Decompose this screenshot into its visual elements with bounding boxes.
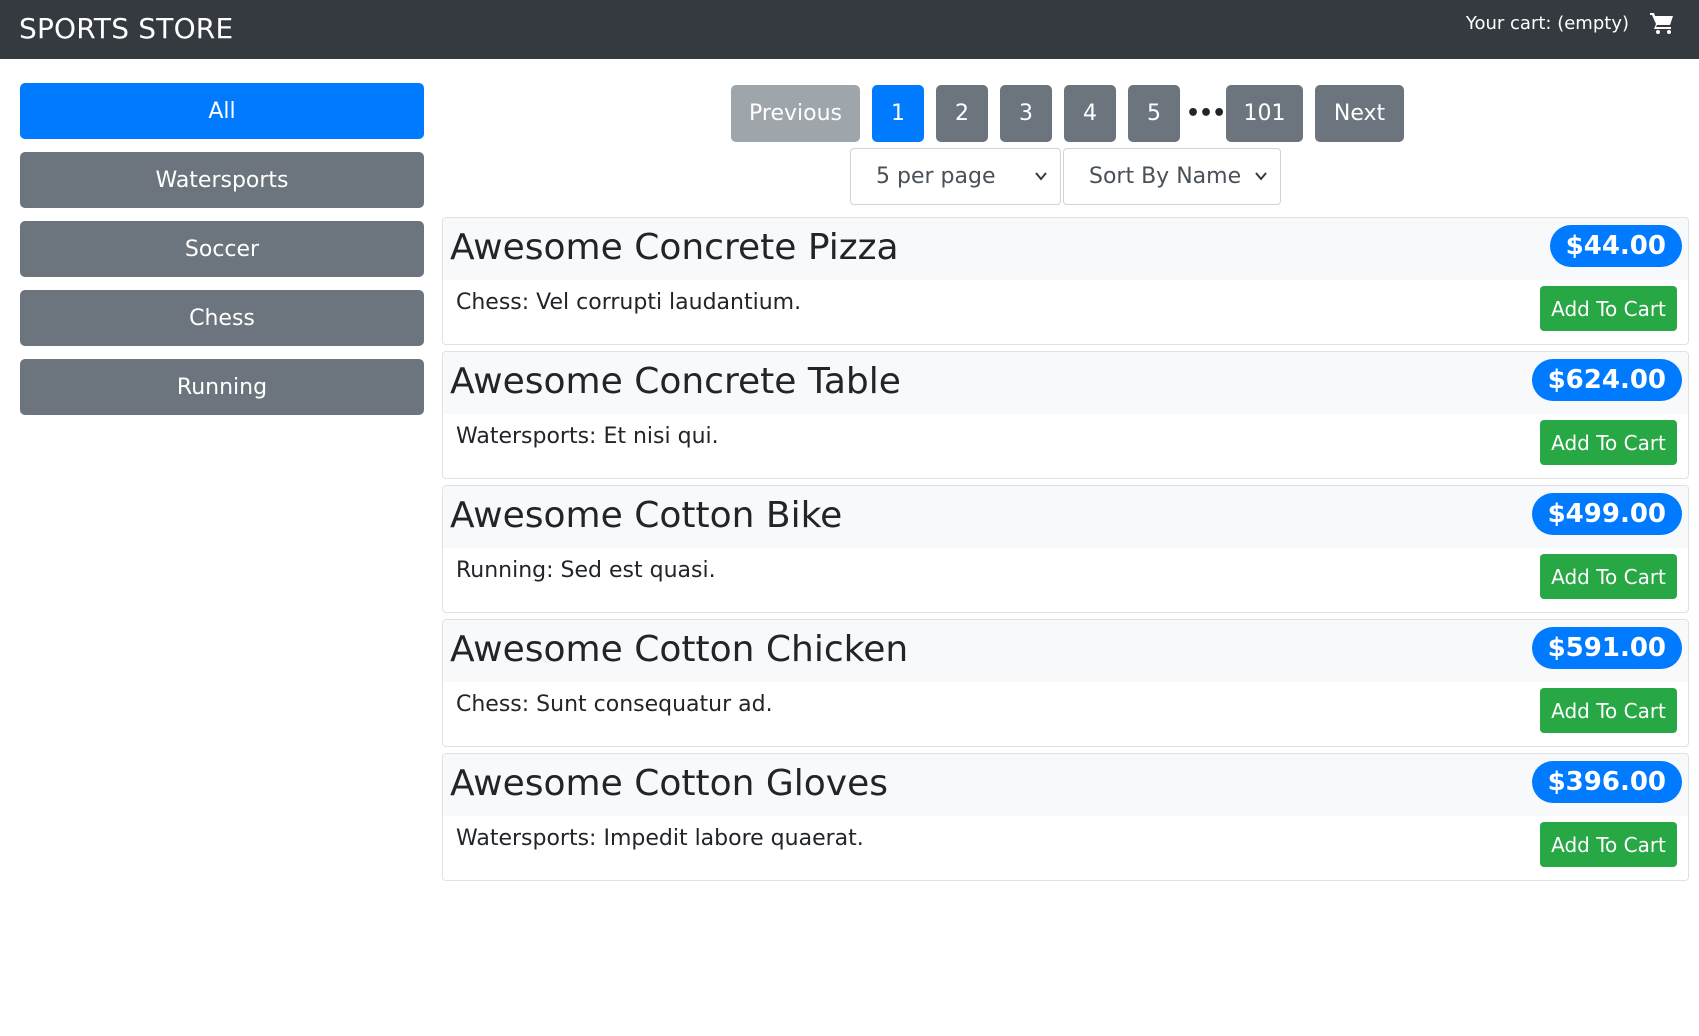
product-description: Watersports: Impedit labore quaerat. bbox=[456, 826, 864, 851]
store-brand[interactable]: SPORTS STORE bbox=[19, 12, 233, 45]
top-navbar: SPORTS STORE Your cart: (empty) bbox=[0, 0, 1699, 59]
product-name: Awesome Cotton Bike bbox=[450, 495, 843, 536]
product-card-body: Watersports: Impedit labore quaerat. Add… bbox=[443, 816, 1688, 880]
product-description: Watersports: Et nisi qui. bbox=[456, 424, 719, 449]
product-name: Awesome Concrete Table bbox=[450, 361, 901, 402]
category-button-soccer[interactable]: Soccer bbox=[20, 221, 424, 277]
product-card-body: Running: Sed est quasi. Add To Cart bbox=[443, 548, 1688, 612]
sort-select[interactable]: Sort By Name bbox=[1063, 148, 1281, 205]
cart-summary[interactable]: Your cart: (empty) bbox=[1466, 10, 1675, 36]
page-button-last[interactable]: 101 bbox=[1226, 85, 1303, 142]
product-list: Awesome Concrete Pizza $44.00 Chess: Vel… bbox=[442, 217, 1689, 887]
price-badge: $499.00 bbox=[1531, 493, 1682, 535]
chevron-down-icon bbox=[1035, 172, 1047, 181]
price-badge: $44.00 bbox=[1549, 225, 1682, 267]
cart-status-text: Your cart: (empty) bbox=[1465, 12, 1629, 34]
product-card-header: Awesome Cotton Bike $499.00 bbox=[443, 486, 1688, 548]
page-button-4[interactable]: 4 bbox=[1064, 85, 1116, 142]
add-to-cart-button[interactable]: Add To Cart bbox=[1540, 688, 1677, 733]
product-card: Awesome Cotton Bike $499.00 Running: Sed… bbox=[442, 485, 1689, 613]
price-badge: $624.00 bbox=[1531, 359, 1682, 401]
chevron-down-icon bbox=[1255, 172, 1267, 181]
page-button-1[interactable]: 1 bbox=[872, 85, 924, 142]
previous-page-button[interactable]: Previous bbox=[731, 85, 860, 142]
category-button-watersports[interactable]: Watersports bbox=[20, 152, 424, 208]
add-to-cart-button[interactable]: Add To Cart bbox=[1540, 554, 1677, 599]
product-card-body: Chess: Sunt consequatur ad. Add To Cart bbox=[443, 682, 1688, 746]
add-to-cart-button[interactable]: Add To Cart bbox=[1540, 822, 1677, 867]
product-card-body: Watersports: Et nisi qui. Add To Cart bbox=[443, 414, 1688, 478]
product-card: Awesome Concrete Pizza $44.00 Chess: Vel… bbox=[442, 217, 1689, 345]
add-to-cart-button[interactable]: Add To Cart bbox=[1540, 420, 1677, 465]
page-button-5[interactable]: 5 bbox=[1128, 85, 1180, 142]
product-card: Awesome Cotton Gloves $396.00 Watersport… bbox=[442, 753, 1689, 881]
list-controls: 5 per page Sort By Name bbox=[850, 148, 1281, 205]
category-sidebar: All Watersports Soccer Chess Running bbox=[20, 83, 424, 428]
category-button-chess[interactable]: Chess bbox=[20, 290, 424, 346]
product-description: Chess: Vel corrupti laudantium. bbox=[456, 290, 802, 315]
product-description: Chess: Sunt consequatur ad. bbox=[456, 692, 773, 717]
price-badge: $591.00 bbox=[1531, 627, 1682, 669]
product-name: Awesome Cotton Chicken bbox=[450, 629, 909, 670]
page-size-value: 5 per page bbox=[876, 164, 996, 189]
product-card-header: Awesome Cotton Gloves $396.00 bbox=[443, 754, 1688, 816]
product-card-header: Awesome Concrete Table $624.00 bbox=[443, 352, 1688, 414]
product-card: Awesome Cotton Chicken $591.00 Chess: Su… bbox=[442, 619, 1689, 747]
product-card-header: Awesome Concrete Pizza $44.00 bbox=[443, 218, 1688, 280]
pagination: Previous 1 2 3 4 5 ••• 101 Next bbox=[731, 85, 1404, 142]
category-button-all[interactable]: All bbox=[20, 83, 424, 139]
page-button-2[interactable]: 2 bbox=[936, 85, 988, 142]
category-button-running[interactable]: Running bbox=[20, 359, 424, 415]
price-badge: $396.00 bbox=[1531, 761, 1682, 803]
pagination-ellipsis: ••• bbox=[1186, 101, 1226, 126]
product-name: Awesome Concrete Pizza bbox=[450, 227, 899, 268]
sort-value: Sort By Name bbox=[1089, 164, 1242, 189]
page-size-select[interactable]: 5 per page bbox=[850, 148, 1061, 205]
product-card-body: Chess: Vel corrupti laudantium. Add To C… bbox=[443, 280, 1688, 344]
next-page-button[interactable]: Next bbox=[1315, 85, 1404, 142]
product-name: Awesome Cotton Gloves bbox=[450, 763, 889, 804]
add-to-cart-button[interactable]: Add To Cart bbox=[1540, 286, 1677, 331]
shopping-cart-icon[interactable] bbox=[1649, 11, 1675, 35]
product-card-header: Awesome Cotton Chicken $591.00 bbox=[443, 620, 1688, 682]
product-card: Awesome Concrete Table $624.00 Waterspor… bbox=[442, 351, 1689, 479]
product-description: Running: Sed est quasi. bbox=[456, 558, 716, 583]
page-button-3[interactable]: 3 bbox=[1000, 85, 1052, 142]
